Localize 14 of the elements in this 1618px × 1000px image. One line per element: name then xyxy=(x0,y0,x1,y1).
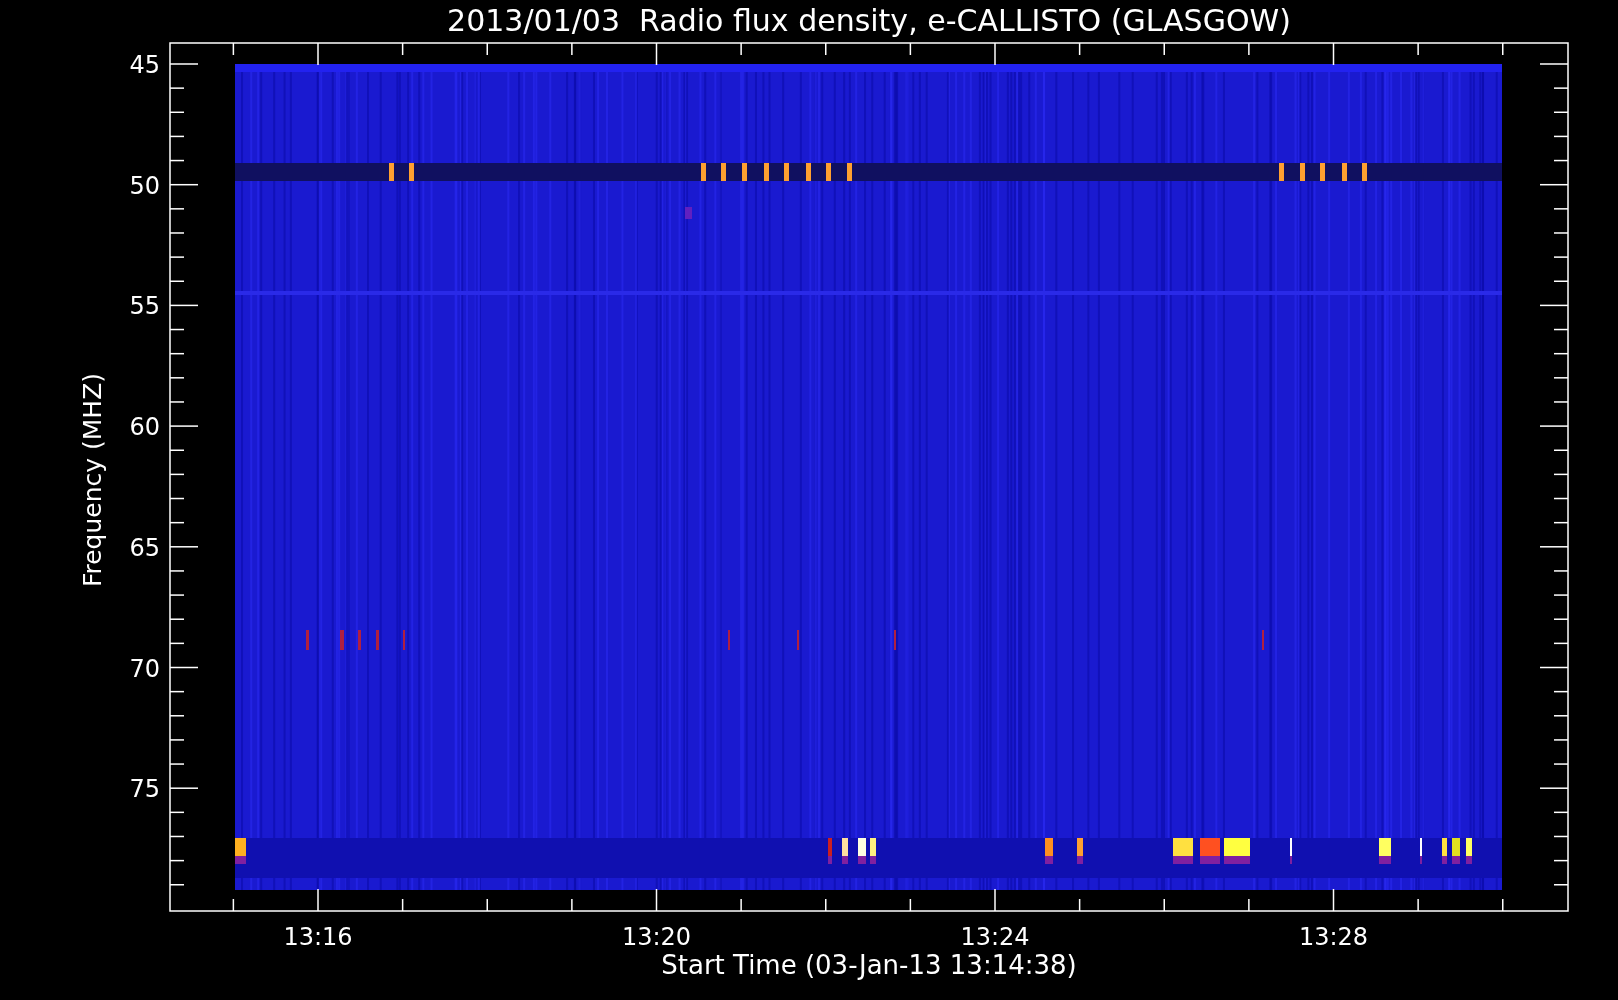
y-axis-label: Frequency (MHZ) xyxy=(78,372,107,588)
x-tick-label: 13:28 xyxy=(1298,923,1369,951)
x-tick-label: 13:20 xyxy=(621,923,692,951)
x-axis-label: Start Time (03-Jan-13 13:14:38) xyxy=(661,950,1077,980)
y-tick-label: 70 xyxy=(129,654,160,683)
y-tick-label: 60 xyxy=(129,413,160,442)
y-tick-label: 45 xyxy=(129,51,160,79)
x-tick-label: 13:16 xyxy=(283,923,353,951)
chart-title: 2013/01/03 Radio flux density, e-CALLISTO (GLASGOW) xyxy=(447,3,1291,38)
y-tick-label: 50 xyxy=(129,171,160,200)
x-tick-label: 13:24 xyxy=(960,923,1030,951)
y-tick-label: 55 xyxy=(129,292,160,321)
y-tick-label: 75 xyxy=(129,775,160,804)
y-tick-label: 65 xyxy=(129,533,160,562)
